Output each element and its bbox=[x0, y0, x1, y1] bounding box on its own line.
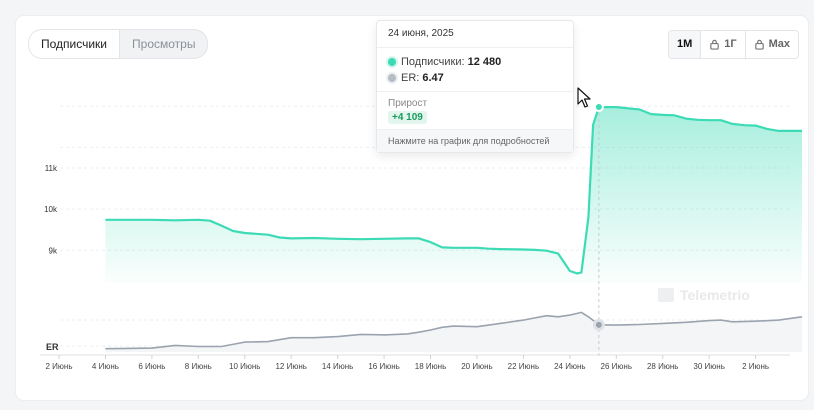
x-tick-label: 12 Июнь bbox=[275, 362, 306, 371]
x-tick-label: 4 Июнь bbox=[92, 362, 119, 371]
y-tick-label: 10k bbox=[44, 205, 58, 214]
subscribers-hover-point bbox=[593, 102, 604, 113]
tooltip-er-label: ER: bbox=[401, 72, 420, 84]
x-tick-label: 16 Июнь bbox=[368, 362, 399, 371]
x-tick-label: 22 Июнь bbox=[508, 362, 539, 371]
x-tick-label: 6 Июнь bbox=[138, 362, 165, 371]
tooltip-er-row: ER: 6.47 bbox=[377, 72, 573, 84]
x-tick-label: 18 Июнь bbox=[415, 362, 446, 371]
x-tick-label: 14 Июнь bbox=[322, 362, 353, 371]
tooltip-growth-label: Прирост bbox=[388, 98, 428, 109]
y-tick-label: 11k bbox=[45, 164, 58, 173]
x-tick-label: 10 Июнь bbox=[229, 362, 260, 371]
subscribers-dot-icon bbox=[388, 58, 396, 66]
y-tick-label: 9k bbox=[49, 246, 58, 255]
x-tick-label: 26 Июнь bbox=[601, 362, 632, 371]
er-dot-icon bbox=[388, 74, 396, 82]
tooltip-subscribers-label: Подписчики: bbox=[401, 56, 465, 68]
chart-tooltip: 24 июня, 2025 Подписчики: 12 480 ER: 6.4… bbox=[376, 20, 574, 153]
x-tick-label: 8 Июнь bbox=[185, 362, 212, 371]
cursor-arrow-icon bbox=[577, 87, 591, 108]
tooltip-subscribers-value: 12 480 bbox=[467, 56, 502, 68]
tooltip-er-value: 6.47 bbox=[422, 72, 444, 84]
tooltip-date: 24 июня, 2025 bbox=[377, 21, 573, 48]
x-tick-label: 2 Июнь bbox=[45, 362, 72, 371]
x-tick-label: 24 Июнь bbox=[554, 362, 585, 371]
x-tick-label: 2 Июнь bbox=[742, 362, 769, 371]
er-hover-point bbox=[595, 321, 602, 328]
tooltip-footer: Нажмите на график для подробностей bbox=[377, 129, 573, 152]
tooltip-growth-badge: +4 109 bbox=[388, 111, 427, 124]
tooltip-subscribers-row: Подписчики: 12 480 bbox=[377, 56, 573, 68]
x-tick-label: 28 Июнь bbox=[647, 362, 678, 371]
x-tick-label: 30 Июнь bbox=[693, 362, 724, 371]
x-tick-label: 20 Июнь bbox=[461, 362, 492, 371]
er-axis-label: ER bbox=[46, 342, 59, 352]
